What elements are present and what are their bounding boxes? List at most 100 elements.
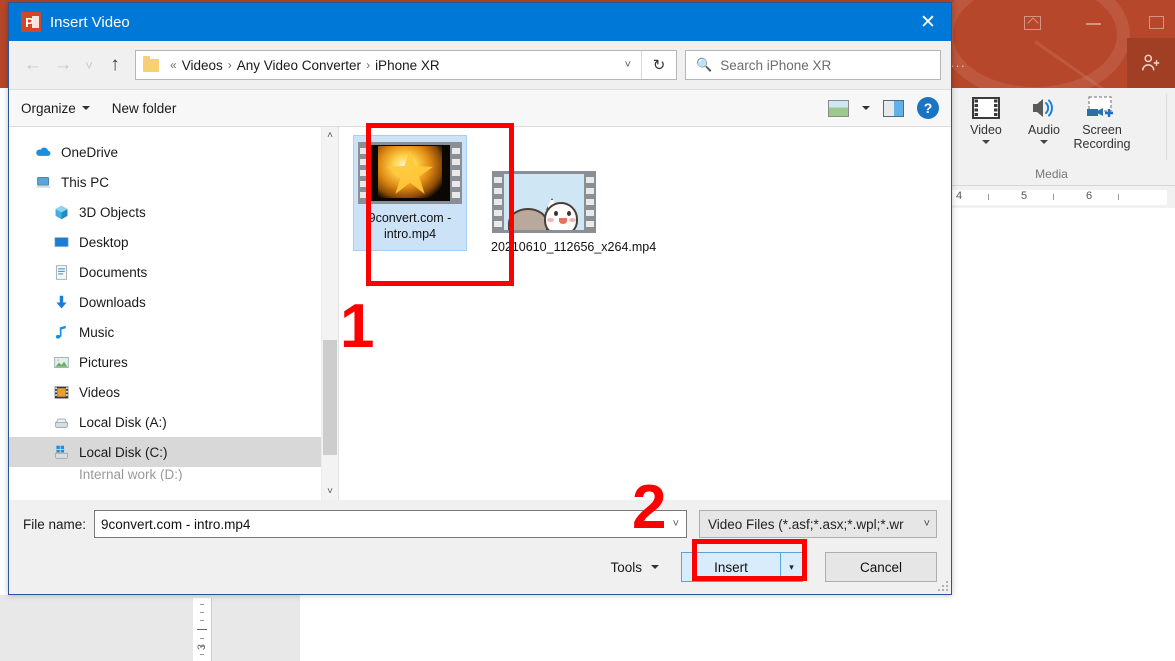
person-add-icon[interactable] [1127, 38, 1175, 88]
back-button[interactable]: ← [19, 50, 47, 80]
sidebar-item-downloads[interactable]: Downloads [9, 287, 338, 317]
horizontal-ruler: 4 5 6 [950, 186, 1175, 208]
sidebar-item-local-disk-a[interactable]: Local Disk (A:) [9, 407, 338, 437]
chevron-down-icon[interactable]: ˅ [615, 59, 641, 71]
sidebar-label: Internal work (D:) [79, 467, 183, 481]
navigation-sidebar: OneDrive This PC 3D Objects Desktop Docu… [9, 127, 339, 500]
breadcrumb-item-any-video-converter[interactable]: Any Video Converter [237, 58, 361, 73]
breadcrumb-separator: › [366, 58, 371, 72]
chevron-down-icon[interactable] [1040, 140, 1048, 145]
sidebar-scrollbar[interactable]: ˄ ˅ [321, 127, 338, 500]
sidebar-label: Pictures [79, 354, 128, 370]
restore-icon[interactable] [1144, 12, 1170, 34]
disk-drive-icon [53, 467, 70, 481]
dialog-footer: File name: 9convert.com - intro.mp4 ˅ Vi… [9, 500, 951, 594]
file-name-value: 9convert.com - intro.mp4 [101, 516, 251, 532]
chevron-down-icon[interactable]: ˅ [924, 518, 936, 530]
breadcrumb[interactable]: « Videos › Any Video Converter › iPhone … [135, 50, 677, 80]
file-tile-intro[interactable]: 9convert.com - intro.mp4 [353, 135, 467, 251]
ribbon-divider [1166, 94, 1167, 160]
close-icon[interactable]: ✕ [905, 3, 951, 41]
sidebar-item-local-disk-c[interactable]: Local Disk (C:) [9, 437, 338, 467]
file-name-input[interactable]: 9convert.com - intro.mp4 ˅ [94, 510, 687, 538]
sidebar-item-pictures[interactable]: Pictures [9, 347, 338, 377]
up-button[interactable]: ↑ [101, 50, 129, 80]
sidebar-item-documents[interactable]: Documents [9, 257, 338, 287]
sidebar-item-3d-objects[interactable]: 3D Objects [9, 197, 338, 227]
screen-recording-icon [1087, 96, 1113, 117]
preview-pane-icon[interactable] [883, 99, 904, 117]
screen-recording-label: Screen Recording [1073, 123, 1131, 152]
scrollbar-thumb[interactable] [323, 340, 337, 455]
insert-button-group[interactable]: Insert ▾ [681, 552, 803, 582]
file-name-field-label: File name: [23, 516, 87, 532]
dialog-titlebar: P Insert Video ✕ [9, 3, 951, 41]
sidebar-item-videos[interactable]: Videos [9, 377, 338, 407]
insert-video-button[interactable]: Video [958, 90, 1014, 152]
music-note-icon [53, 324, 70, 341]
videos-icon [53, 384, 70, 401]
file-name-label: 20210610_112656_x264.mp4 [491, 240, 657, 254]
sidebar-label: Local Disk (A:) [79, 414, 167, 430]
insert-button[interactable]: Insert [681, 552, 781, 582]
insert-audio-button[interactable]: Audio [1016, 90, 1072, 152]
view-options-icon[interactable] [828, 99, 849, 117]
breadcrumb-item-iphone-xr[interactable]: iPhone XR [375, 58, 440, 73]
chevron-down-icon[interactable] [982, 140, 990, 145]
file-name-label: 9convert.com - intro.mp4 [368, 211, 452, 241]
breadcrumb-item-videos[interactable]: Videos [182, 58, 223, 73]
search-box[interactable]: 🔍 Search iPhone XR [685, 50, 941, 80]
sidebar-item-music[interactable]: Music [9, 317, 338, 347]
recent-locations-button[interactable]: ˅ [79, 50, 99, 80]
sidebar-item-onedrive[interactable]: OneDrive [9, 137, 338, 167]
sidebar-item-internal-work-d[interactable]: Internal work (D:) [9, 467, 338, 481]
scroll-down-icon[interactable]: ˅ [322, 483, 338, 500]
sidebar-item-this-pc[interactable]: This PC [9, 167, 338, 197]
navigation-bar: ← → ˅ ↑ « Videos › Any Video Converter ›… [9, 41, 951, 89]
help-button[interactable]: ? [917, 97, 939, 119]
powerpoint-ribbon: Video Audio Screen Recording Media [950, 88, 1175, 186]
ruler-tick-4: 4 [956, 189, 963, 202]
annotation-number-1: 1 [340, 292, 375, 361]
organize-button[interactable]: Organize [21, 101, 90, 116]
file-type-dropdown[interactable]: Video Files (*.asf;*.asx;*.wpl;*.wr ˅ [699, 510, 937, 538]
breadcrumb-separator: › [227, 58, 232, 72]
powerpoint-window-buttons[interactable] [1020, 10, 1170, 36]
minimize-icon[interactable] [1082, 12, 1108, 34]
screen-recording-button[interactable]: Screen Recording [1073, 90, 1131, 152]
chevron-down-icon[interactable] [862, 106, 870, 110]
tools-button[interactable]: Tools [610, 560, 659, 575]
pane-divider [211, 598, 212, 661]
vertical-ruler-tick-3: 3 [196, 643, 208, 651]
ribbon-display-options-icon[interactable] [1020, 12, 1046, 34]
sidebar-label: 3D Objects [79, 204, 146, 220]
onedrive-cloud-icon [35, 144, 52, 161]
sidebar-label: OneDrive [61, 144, 119, 160]
search-input[interactable]: Search iPhone XR [720, 58, 831, 73]
refresh-icon[interactable]: ↻ [642, 50, 676, 80]
chevron-down-icon [651, 565, 659, 569]
file-type-value: Video Files (*.asf;*.asx;*.wpl;*.wr [708, 516, 904, 532]
new-folder-button[interactable]: New folder [112, 101, 177, 116]
insert-dropdown-arrow[interactable]: ▾ [781, 552, 803, 582]
annotation-number-2: 2 [632, 473, 667, 542]
file-tile-cat[interactable]: 20210610_112656_x264.mp4 [487, 165, 657, 263]
cat-video-thumbnail [492, 171, 596, 233]
sidebar-item-desktop[interactable]: Desktop [9, 227, 338, 257]
chevron-down-icon[interactable]: ˅ [673, 518, 686, 530]
sidebar-label: Documents [79, 264, 148, 280]
vertical-ruler: 3 [193, 598, 211, 661]
desktop-icon [53, 234, 70, 251]
resize-grip[interactable] [936, 579, 948, 591]
cancel-button[interactable]: Cancel [825, 552, 937, 582]
insert-video-dialog: P Insert Video ✕ ← → ˅ ↑ « Videos › Any … [8, 2, 952, 595]
audio-speaker-icon [1033, 99, 1053, 117]
breadcrumb-prefix: « [170, 58, 177, 72]
chevron-down-icon [81, 106, 90, 110]
this-pc-icon [35, 174, 52, 191]
downloads-icon [53, 294, 70, 311]
scroll-up-icon[interactable]: ˄ [322, 127, 338, 144]
powerpoint-workspace [950, 208, 1175, 661]
video-icon [972, 97, 1000, 119]
forward-button[interactable]: → [49, 50, 77, 80]
